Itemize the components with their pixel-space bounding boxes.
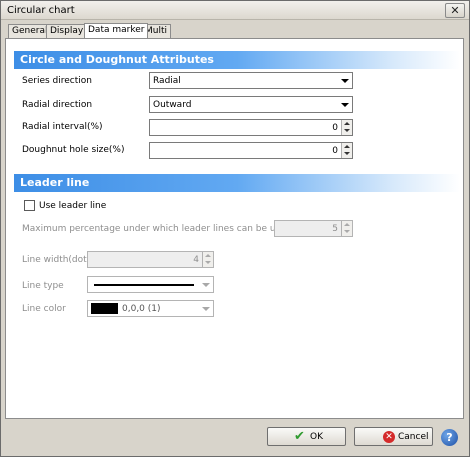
radial-interval-stepper[interactable]: 0 [149, 119, 353, 136]
spin-buttons[interactable] [202, 252, 213, 267]
help-icon: ? [446, 431, 453, 444]
line-type-label: Line type [22, 281, 64, 291]
window-title: Circular chart [7, 5, 75, 16]
radial-interval-value: 0 [332, 123, 338, 133]
tab-data-marker[interactable]: Data marker [84, 23, 149, 38]
doughnut-hole-stepper[interactable]: 0 [149, 142, 353, 159]
spin-up-icon[interactable] [344, 145, 350, 148]
max-percentage-stepper[interactable]: 5 [274, 220, 353, 237]
line-sample [94, 284, 194, 286]
spin-down-icon[interactable] [344, 152, 350, 155]
tab-general[interactable]: General [8, 24, 52, 38]
use-leader-line-checkbox[interactable] [24, 200, 35, 211]
spin-up-icon[interactable] [205, 254, 211, 257]
spin-buttons[interactable] [341, 120, 352, 135]
cancel-button[interactable]: ✕ Cancel [354, 427, 433, 446]
chevron-down-icon [341, 79, 349, 83]
color-swatch [91, 303, 118, 314]
chevron-down-icon [202, 283, 210, 287]
doughnut-hole-label: Doughnut hole size(%) [22, 145, 125, 155]
cancel-icon: ✕ [383, 431, 395, 443]
max-percentage-label: Maximum percentage under which leader li… [22, 224, 308, 234]
tab-display[interactable]: Display [46, 24, 88, 38]
close-button[interactable]: ✕ [445, 3, 465, 18]
series-direction-select[interactable]: Radial [149, 72, 353, 89]
spin-buttons[interactable] [341, 221, 352, 236]
series-direction-value: Radial [153, 76, 181, 86]
leader-section-header: Leader line [14, 174, 460, 192]
line-width-stepper[interactable]: 4 [87, 251, 214, 268]
spin-up-icon[interactable] [344, 122, 350, 125]
chevron-down-icon [202, 307, 210, 311]
ok-button[interactable]: ✔ OK [267, 427, 346, 446]
radial-interval-label: Radial interval(%) [22, 122, 103, 132]
chevron-down-icon [341, 103, 349, 107]
radial-direction-select[interactable]: Outward [149, 96, 353, 113]
cancel-label: Cancel [398, 432, 429, 442]
dialog-window: Circular chart ✕ General Display Data ma… [0, 0, 470, 457]
line-color-label: Line color [22, 304, 66, 314]
line-width-value: 4 [193, 255, 199, 265]
spin-down-icon[interactable] [205, 261, 211, 264]
circle-section-header: Circle and Doughnut Attributes [14, 51, 460, 69]
line-type-select[interactable] [87, 276, 214, 293]
title-bar: Circular chart ✕ [1, 1, 469, 20]
radial-direction-label: Radial direction [22, 100, 93, 110]
spin-buttons[interactable] [341, 143, 352, 158]
radial-direction-value: Outward [153, 100, 192, 110]
close-icon: ✕ [450, 4, 460, 17]
line-width-label: Line width(dot) [22, 255, 91, 265]
spin-up-icon[interactable] [344, 223, 350, 226]
series-direction-label: Series direction [22, 76, 92, 86]
max-percentage-value: 5 [332, 224, 338, 234]
use-leader-line-label: Use leader line [39, 201, 107, 211]
spin-down-icon[interactable] [344, 230, 350, 233]
help-button[interactable]: ? [441, 429, 458, 446]
spin-down-icon[interactable] [344, 129, 350, 132]
line-color-select[interactable]: 0,0,0 (1) [87, 300, 214, 317]
ok-label: OK [310, 432, 323, 442]
data-marker-panel: Circle and Doughnut Attributes Series di… [5, 38, 464, 419]
check-icon: ✔ [294, 429, 305, 444]
line-color-value: 0,0,0 (1) [122, 304, 161, 314]
doughnut-hole-value: 0 [332, 146, 338, 156]
